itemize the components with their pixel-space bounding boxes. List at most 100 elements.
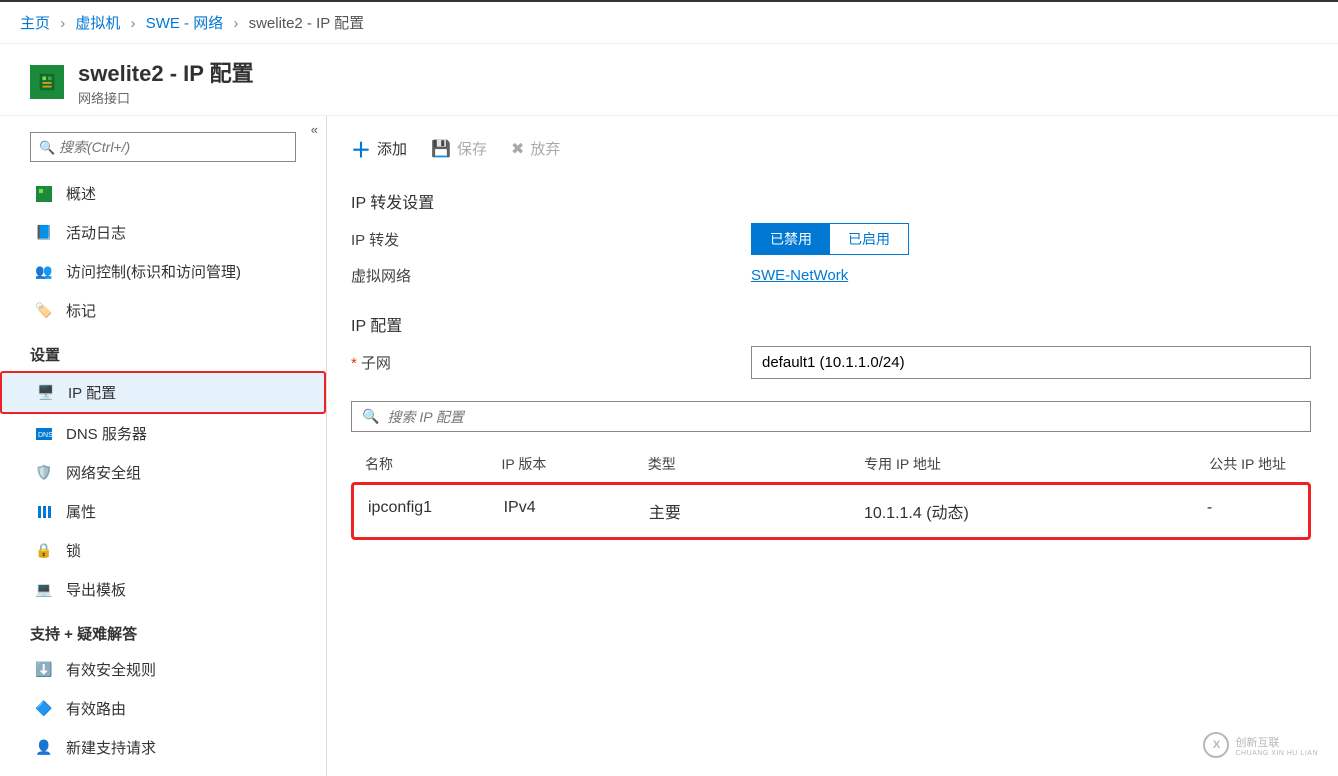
ip-config-table: 名称 IP 版本 类型 专用 IP 地址 公共 IP 地址 ipconfig1 … (351, 446, 1311, 540)
breadcrumb: 主页 › 虚拟机 › SWE - 网络 › swelite2 - IP 配置 (0, 2, 1338, 44)
shield-icon: 🛡️ (34, 463, 54, 483)
tag-icon: 🏷️ (34, 301, 54, 321)
cell-public-ip: - (1207, 499, 1294, 523)
cell-version: IPv4 (504, 499, 649, 523)
page-header: swelite2 - IP 配置 网络接口 (0, 44, 1338, 116)
sidebar-item-iam[interactable]: 👥 访问控制(标识和访问管理) (0, 252, 326, 291)
sidebar-item-effective-security[interactable]: ⬇️ 有效安全规则 (0, 650, 326, 689)
nav-label: IP 配置 (68, 382, 116, 403)
col-name: 名称 (365, 454, 501, 474)
overview-icon (34, 184, 54, 204)
discard-icon: ✖ (511, 139, 524, 159)
search-icon: 🔍 (362, 408, 379, 425)
cell-private-ip: 10.1.1.4 (动态) (864, 499, 1207, 523)
sidebar-item-export[interactable]: 💻 导出模板 (0, 570, 326, 609)
nav-label: 标记 (66, 300, 96, 321)
ip-forward-title: IP 转发设置 (351, 189, 1338, 213)
dns-icon: DNS (34, 424, 54, 444)
toggle-enabled[interactable]: 已启用 (830, 224, 908, 254)
add-button[interactable]: ＋ 添加 (351, 134, 407, 163)
export-icon: 💻 (34, 580, 54, 600)
sidebar-item-activity-log[interactable]: 📘 活动日志 (0, 213, 326, 252)
vnet-link[interactable]: SWE-NetWork (751, 267, 848, 284)
nav-label: 活动日志 (66, 222, 126, 243)
properties-icon (34, 502, 54, 522)
toolbar: ＋ 添加 💾 保存 ✖ 放弃 (351, 130, 1338, 177)
sidebar-item-ip-config[interactable]: 🖥️ IP 配置 (0, 371, 326, 414)
col-public-ip: 公共 IP 地址 (1209, 454, 1297, 474)
cell-name: ipconfig1 (368, 499, 504, 523)
section-support: 支持 + 疑难解答 (0, 609, 326, 650)
chevron-right-icon: › (60, 15, 65, 32)
lock-icon: 🔒 (34, 541, 54, 561)
nav-label: 属性 (66, 501, 96, 522)
section-settings: 设置 (0, 330, 326, 371)
iam-icon: 👥 (34, 262, 54, 282)
chevron-right-icon: › (131, 15, 136, 32)
nav-label: 锁 (66, 540, 81, 561)
sidebar-item-overview[interactable]: 概述 (0, 174, 326, 213)
col-version: IP 版本 (501, 454, 647, 474)
table-row[interactable]: ipconfig1 IPv4 主要 10.1.1.4 (动态) - (351, 482, 1311, 540)
sidebar: « 🔍 概述 📘 活动日志 👥 访问控制(标识和访问管理) 🏷️ 标记 设置 🖥… (0, 116, 327, 776)
ipconfig-icon: 🖥️ (36, 383, 56, 403)
nav-label: 访问控制(标识和访问管理) (66, 261, 241, 282)
nav-label: 有效安全规则 (66, 659, 156, 680)
ip-config-title: IP 配置 (351, 312, 1338, 336)
routes-icon: 🔷 (34, 699, 54, 719)
plus-icon: ＋ (351, 134, 371, 163)
support-icon: 👤 (34, 738, 54, 758)
watermark-text: 创新互联 (1235, 734, 1318, 750)
watermark: X 创新互联 CHUANG XIN HU LIAN (1203, 732, 1318, 758)
page-title: swelite2 - IP 配置 (78, 56, 254, 88)
watermark-logo-icon: X (1203, 732, 1229, 758)
subnet-label: *子网 (351, 352, 751, 373)
discard-button: ✖ 放弃 (511, 134, 560, 163)
ip-config-search-input[interactable] (387, 409, 1300, 425)
toggle-disabled[interactable]: 已禁用 (752, 224, 830, 254)
vnet-label: 虚拟网络 (351, 265, 751, 286)
search-icon: 🔍 (39, 140, 55, 156)
save-label: 保存 (457, 138, 487, 159)
sidebar-item-effective-routes[interactable]: 🔷 有效路由 (0, 689, 326, 728)
sidebar-item-new-support[interactable]: 👤 新建支持请求 (0, 728, 326, 767)
chevron-right-icon: › (233, 15, 238, 32)
breadcrumb-vm[interactable]: 虚拟机 (75, 15, 120, 32)
add-label: 添加 (377, 138, 407, 159)
ip-config-search[interactable]: 🔍 (351, 401, 1311, 432)
save-button: 💾 保存 (431, 134, 487, 163)
log-icon: 📘 (34, 223, 54, 243)
col-private-ip: 专用 IP 地址 (864, 454, 1209, 474)
breadcrumb-net[interactable]: SWE - 网络 (146, 15, 224, 32)
security-rules-icon: ⬇️ (34, 660, 54, 680)
breadcrumb-current: swelite2 - IP 配置 (249, 15, 365, 32)
nav-label: 有效路由 (66, 698, 126, 719)
col-type: 类型 (648, 454, 864, 474)
collapse-sidebar-icon[interactable]: « (311, 122, 318, 137)
save-icon: 💾 (431, 139, 451, 159)
nav-label: 网络安全组 (66, 462, 141, 483)
watermark-sub: CHUANG XIN HU LIAN (1235, 750, 1318, 757)
ip-forward-label: IP 转发 (351, 229, 751, 250)
sidebar-item-properties[interactable]: 属性 (0, 492, 326, 531)
sidebar-item-tags[interactable]: 🏷️ 标记 (0, 291, 326, 330)
discard-label: 放弃 (530, 138, 560, 159)
nav-label: 导出模板 (66, 579, 126, 600)
subnet-select[interactable] (751, 346, 1311, 379)
nav-label: 新建支持请求 (66, 737, 156, 758)
nav-label: 概述 (66, 183, 96, 204)
breadcrumb-home[interactable]: 主页 (20, 15, 50, 32)
nic-icon (30, 65, 64, 99)
sidebar-search[interactable]: 🔍 (30, 132, 296, 162)
page-subtitle: 网络接口 (78, 88, 254, 107)
nav-label: DNS 服务器 (66, 423, 147, 444)
ip-forward-toggle[interactable]: 已禁用 已启用 (751, 223, 909, 255)
main-content: ＋ 添加 💾 保存 ✖ 放弃 IP 转发设置 IP 转发 已禁用 已启用 虚拟网… (327, 116, 1338, 776)
sidebar-item-nsg[interactable]: 🛡️ 网络安全组 (0, 453, 326, 492)
sidebar-item-locks[interactable]: 🔒 锁 (0, 531, 326, 570)
cell-type: 主要 (649, 499, 864, 523)
svg-text:DNS: DNS (38, 432, 52, 439)
table-header: 名称 IP 版本 类型 专用 IP 地址 公共 IP 地址 (351, 446, 1311, 482)
sidebar-item-dns[interactable]: DNS DNS 服务器 (0, 414, 326, 453)
sidebar-search-input[interactable] (31, 133, 295, 161)
